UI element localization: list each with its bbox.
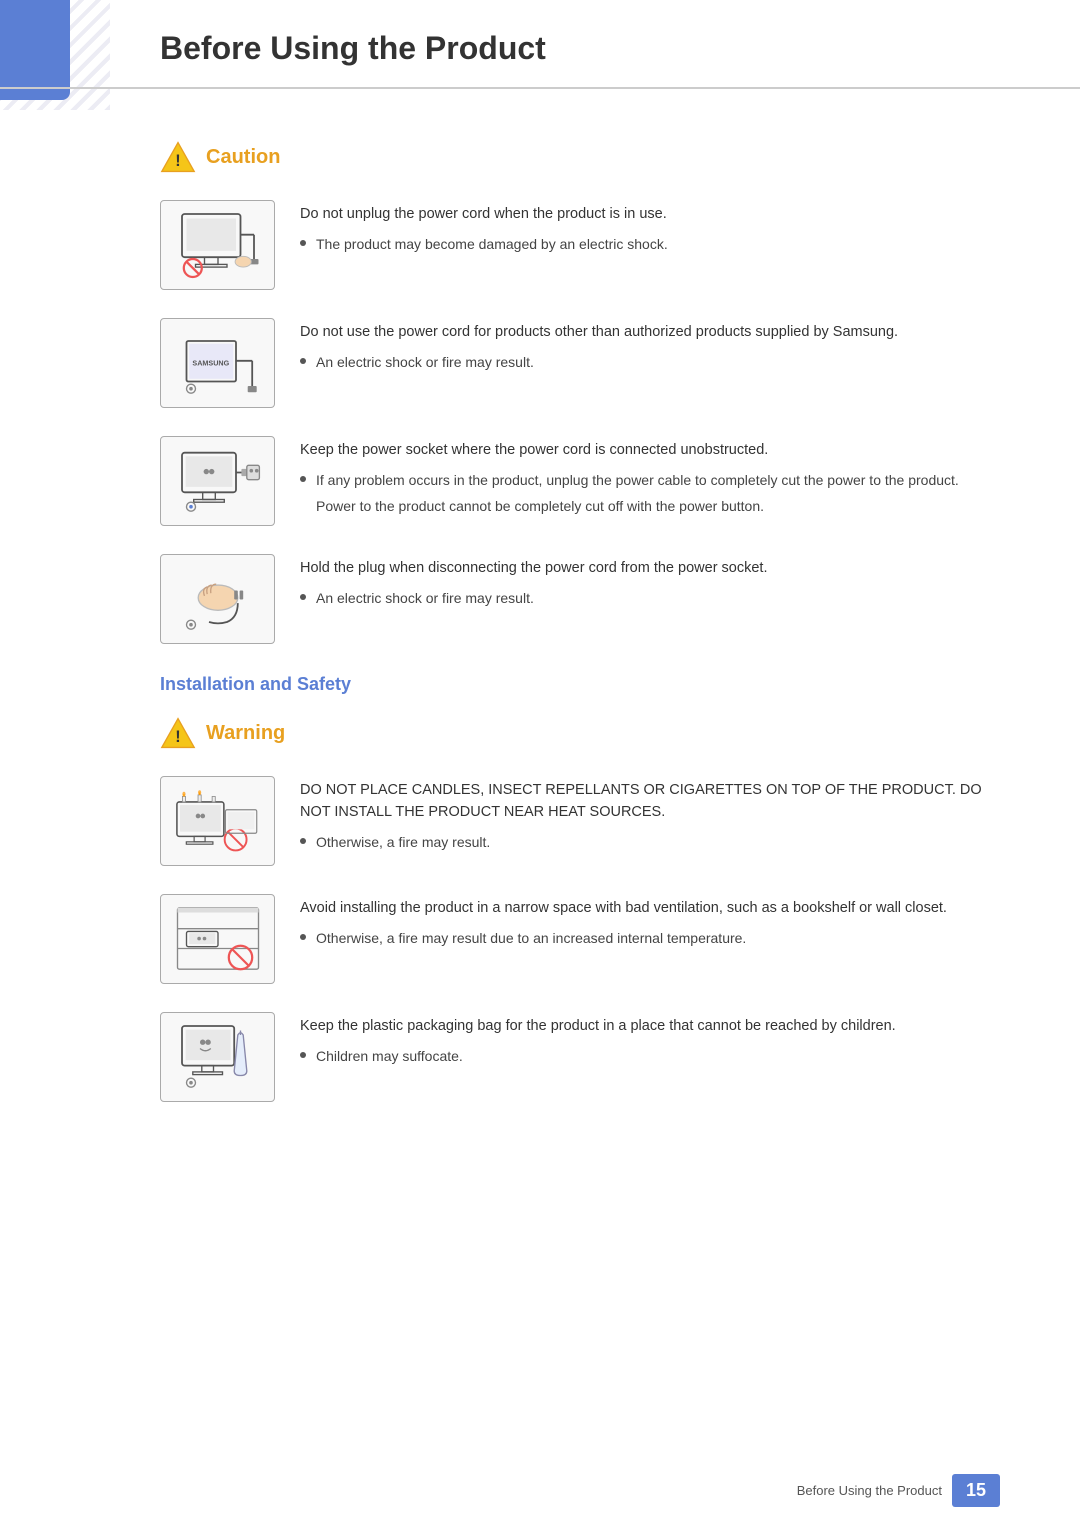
warning-item-1-main: DO NOT PLACE CANDLES, INSECT REPELLANTS …: [300, 780, 1000, 824]
warning-item-3-bullet-0: Children may suffocate.: [300, 1046, 1000, 1067]
page-footer: Before Using the Product 15: [797, 1474, 1000, 1507]
caution-item-2: SAMSUNG Do not use the power cord for pr…: [160, 318, 1000, 408]
caution-item-1-bullet-0: The product may become damaged by an ele…: [300, 234, 1000, 255]
caution-item-3: Keep the power socket where the power co…: [160, 436, 1000, 526]
caution-item-4-bullet-0: An electric shock or fire may result.: [300, 588, 1000, 609]
warning-icon-2: [160, 894, 275, 984]
main-content: ! Caution Do: [0, 89, 1080, 1190]
warning-item-1: DO NOT PLACE CANDLES, INSECT REPELLANTS …: [160, 776, 1000, 866]
warning-icon-3: [160, 1012, 275, 1102]
bullet-text: If any problem occurs in the product, un…: [316, 470, 959, 491]
caution-icon-4: [160, 554, 275, 644]
warning-icon: !: [160, 715, 196, 751]
warning-item-1-text: DO NOT PLACE CANDLES, INSECT REPELLANTS …: [300, 776, 1000, 858]
bullet-dot: [300, 476, 306, 482]
caution-item-4: Hold the plug when disconnecting the pow…: [160, 554, 1000, 644]
footer-label: Before Using the Product: [797, 1483, 942, 1498]
page-number: 15: [952, 1474, 1000, 1507]
caution-item-1-text: Do not unplug the power cord when the pr…: [300, 200, 1000, 260]
warning-item-3: Keep the plastic packaging bag for the p…: [160, 1012, 1000, 1102]
caution-header: ! Caution: [160, 139, 1000, 175]
bullet-dot: [300, 594, 306, 600]
bullet-text: Otherwise, a fire may result.: [316, 832, 490, 853]
warning-item-2-bullet-0: Otherwise, a fire may result due to an i…: [300, 928, 1000, 949]
bullet-dot: [300, 838, 306, 844]
bullet-dot: [300, 240, 306, 246]
page-header: Before Using the Product: [0, 0, 1080, 89]
caution-item-2-text: Do not use the power cord for products o…: [300, 318, 1000, 378]
caution-item-2-bullet-0: An electric shock or fire may result.: [300, 352, 1000, 373]
bullet-dot: [300, 358, 306, 364]
bullet-dot: [300, 934, 306, 940]
svg-text:!: !: [175, 728, 180, 746]
caution-item-3-subtext: Power to the product cannot be completel…: [316, 496, 1000, 517]
caution-item-4-main: Hold the plug when disconnecting the pow…: [300, 558, 1000, 580]
svg-text:!: !: [175, 152, 180, 170]
warning-header: ! Warning: [160, 715, 1000, 751]
caution-icon-2: SAMSUNG: [160, 318, 275, 408]
installation-section-divider: Installation and Safety: [160, 674, 1000, 695]
svg-text:SAMSUNG: SAMSUNG: [192, 358, 229, 367]
warning-title: Warning: [206, 722, 285, 745]
caution-item-3-text: Keep the power socket where the power co…: [300, 436, 1000, 517]
caution-item-1: Do not unplug the power cord when the pr…: [160, 200, 1000, 290]
warning-item-3-main: Keep the plastic packaging bag for the p…: [300, 1016, 1000, 1038]
bullet-text: Otherwise, a fire may result due to an i…: [316, 928, 746, 949]
caution-icon-3: [160, 436, 275, 526]
caution-icon-1: [160, 200, 275, 290]
warning-item-2-text: Avoid installing the product in a narrow…: [300, 894, 1000, 954]
warning-item-1-bullet-0: Otherwise, a fire may result.: [300, 832, 1000, 853]
warning-icon-1: [160, 776, 275, 866]
warning-item-3-text: Keep the plastic packaging bag for the p…: [300, 1012, 1000, 1072]
caution-icon: !: [160, 139, 196, 175]
bullet-text: An electric shock or fire may result.: [316, 352, 534, 373]
bullet-dot: [300, 1052, 306, 1058]
caution-title: Caution: [206, 146, 280, 169]
caution-item-1-main: Do not unplug the power cord when the pr…: [300, 204, 1000, 226]
page-title: Before Using the Product: [160, 30, 1000, 67]
bullet-text: The product may become damaged by an ele…: [316, 234, 668, 255]
installation-section-title: Installation and Safety: [160, 674, 1000, 695]
bullet-text: An electric shock or fire may result.: [316, 588, 534, 609]
warning-item-2-main: Avoid installing the product in a narrow…: [300, 898, 1000, 920]
warning-item-2: Avoid installing the product in a narrow…: [160, 894, 1000, 984]
bullet-text: Children may suffocate.: [316, 1046, 463, 1067]
caution-item-3-bullet-0: If any problem occurs in the product, un…: [300, 470, 1000, 491]
caution-item-4-text: Hold the plug when disconnecting the pow…: [300, 554, 1000, 614]
caution-item-3-main: Keep the power socket where the power co…: [300, 440, 1000, 462]
caution-item-2-main: Do not use the power cord for products o…: [300, 322, 1000, 344]
